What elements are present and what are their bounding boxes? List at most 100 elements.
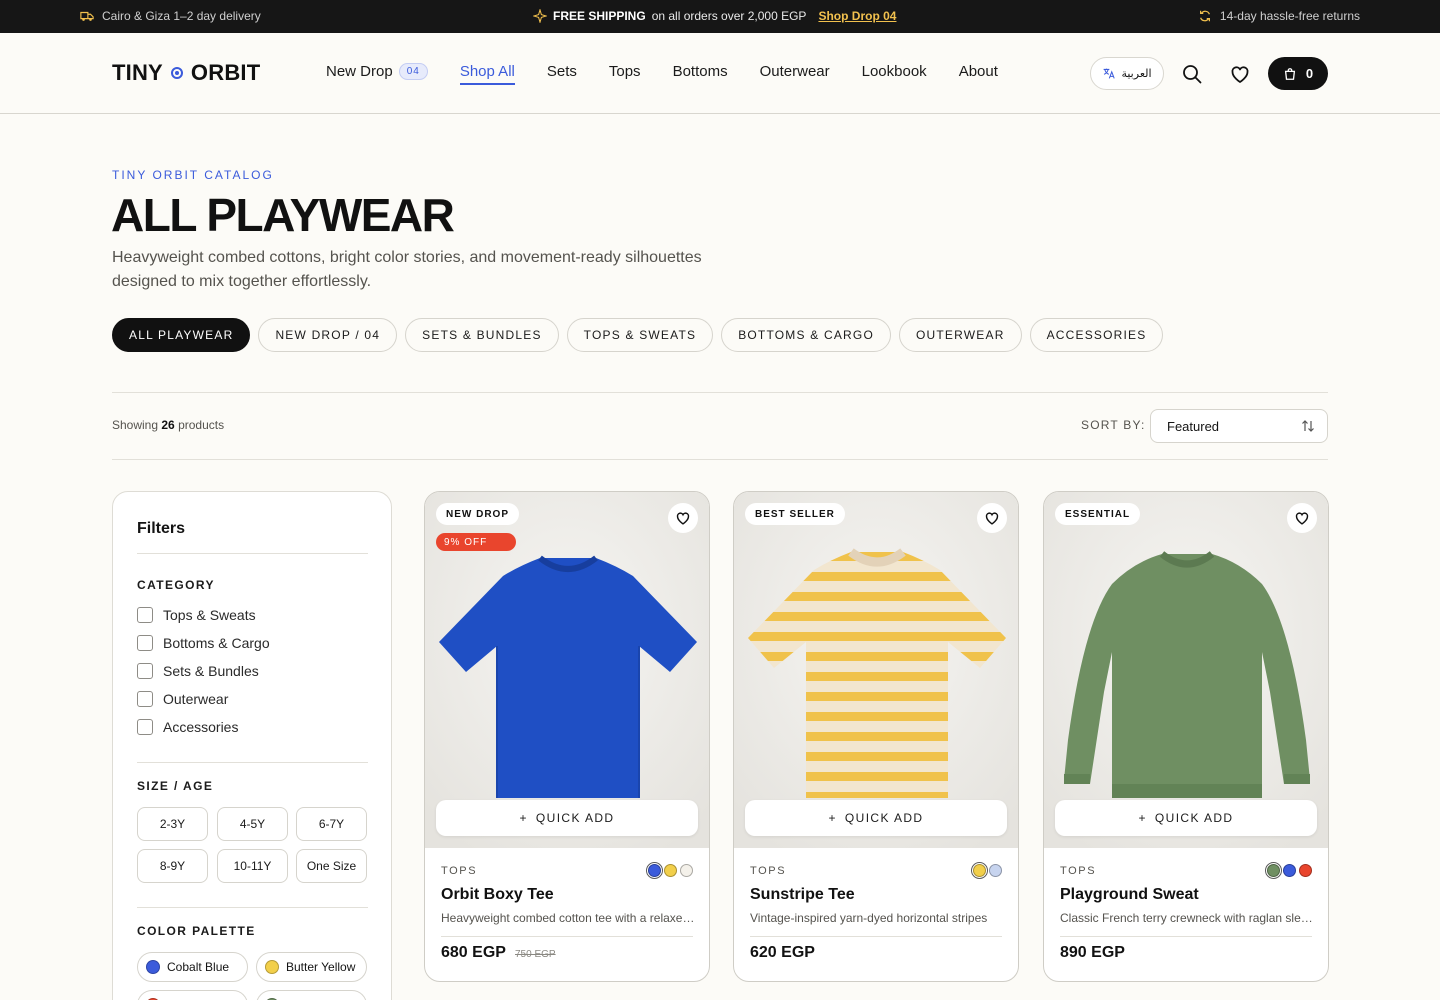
size-option[interactable]: 10-11Y (217, 849, 288, 883)
filters-panel: Filters CATEGORY Tops & Sweats Bottoms &… (112, 491, 392, 1000)
filter-tops-sweats[interactable]: Tops & Sweats (137, 607, 256, 623)
swatch[interactable] (646, 862, 663, 879)
wishlist-button[interactable] (668, 503, 698, 533)
shipping-text: on all orders over 2,000 EGP (651, 9, 807, 23)
shop-drop-link[interactable]: Shop Drop 04 (818, 9, 896, 23)
filter-accessories[interactable]: Accessories (137, 719, 238, 735)
checkbox[interactable] (137, 663, 153, 679)
product-swatches (971, 862, 1002, 879)
size-option[interactable]: 4-5Y (217, 807, 288, 841)
product-category: TOPS (441, 865, 478, 877)
showing-suffix: products (178, 418, 225, 432)
nav-label: Sets (546, 63, 577, 80)
search-icon[interactable] (1181, 63, 1203, 85)
announcement-bar: Cairo & Giza 1–2 day delivery FREE SHIPP… (0, 0, 1440, 33)
product-card[interactable]: ESSENTIAL + QUICK ADD TOPS Playground Sw… (1043, 491, 1329, 982)
product-price: 680 EGP (441, 944, 506, 961)
swatch[interactable] (1299, 864, 1312, 877)
quick-add-button[interactable]: + QUICK ADD (436, 800, 698, 836)
product-swatches (646, 862, 693, 879)
swatch[interactable] (1283, 864, 1296, 877)
nav-label: Tops (608, 63, 641, 80)
product-swatches (1265, 862, 1312, 879)
refresh-icon (1199, 10, 1210, 22)
sort-value: Featured (1167, 418, 1220, 434)
product-name[interactable]: Playground Sweat (1060, 886, 1199, 904)
nav-about[interactable]: About (959, 63, 998, 80)
checkbox-label: Accessories (163, 719, 239, 735)
chip-all-playwear[interactable]: ALL PLAYWEAR (112, 318, 251, 352)
chip-accessories[interactable]: ACCESSORIES (1029, 318, 1164, 352)
checkbox[interactable] (137, 607, 153, 623)
checkbox[interactable] (137, 719, 153, 735)
product-category: TOPS (1060, 865, 1097, 877)
filter-divider (137, 907, 368, 908)
filter-sets-bundles[interactable]: Sets & Bundles (137, 663, 259, 679)
nav-sets[interactable]: Sets (547, 63, 577, 80)
product-description: Classic French terry crewneck with ragla… (1060, 911, 1314, 925)
size-option[interactable]: One Size (296, 849, 367, 883)
swatch[interactable] (680, 864, 693, 877)
nav-tops[interactable]: Tops (609, 63, 641, 80)
quick-add-button[interactable]: + QUICK ADD (745, 800, 1007, 836)
discount-badge: 9% OFF (436, 533, 516, 551)
category-chips: ALL PLAYWEAR NEW DROP / 04 SETS & BUNDLE… (112, 318, 1164, 352)
product-name[interactable]: Sunstripe Tee (750, 886, 855, 904)
nav-label: Bottoms (672, 63, 728, 80)
showing-number: 26 (161, 418, 175, 432)
returns-notice: 14-day hassle-free returns (1198, 9, 1360, 23)
size-option[interactable]: 6-7Y (296, 807, 367, 841)
nav-lookbook[interactable]: Lookbook (862, 63, 927, 80)
nav-shop-all[interactable]: Shop All (459, 63, 515, 85)
swatch[interactable] (1265, 862, 1282, 879)
color-swatch (146, 960, 160, 974)
product-card[interactable]: NEW DROP 9% OFF + QUICK ADD TOPS Orbit B… (424, 491, 710, 982)
product-name[interactable]: Orbit Boxy Tee (441, 886, 554, 904)
chip-new-drop[interactable]: NEW DROP / 04 (258, 318, 398, 352)
product-image-sweat-green[interactable] (1044, 492, 1329, 848)
filter-bottoms-cargo[interactable]: Bottoms & Cargo (137, 635, 270, 651)
filter-outerwear[interactable]: Outerwear (137, 691, 228, 707)
size-option[interactable]: 2-3Y (137, 807, 208, 841)
color-option-cobalt[interactable]: Cobalt Blue (137, 952, 248, 982)
divider (112, 459, 1328, 460)
color-option-butter[interactable]: Butter Yellow (256, 952, 367, 982)
checkbox[interactable] (137, 635, 153, 651)
chip-outerwear[interactable]: OUTERWEAR (898, 318, 1022, 352)
shipping-strong: FREE SHIPPING (553, 9, 646, 23)
shipping-notice: FREE SHIPPING on all orders over 2,000 E… (533, 9, 896, 23)
heart-icon[interactable] (1229, 63, 1251, 85)
chip-sets-bundles[interactable]: SETS & BUNDLES (405, 318, 559, 352)
color-option[interactable] (256, 990, 367, 1000)
product-image-tee-stripe[interactable] (734, 492, 1019, 848)
nav-label: Lookbook (861, 63, 927, 80)
product-card[interactable]: BEST SELLER + QUICK ADD TOPS Sunstripe T… (733, 491, 1019, 982)
quick-add-button[interactable]: + QUICK ADD (1055, 800, 1317, 836)
nav-outerwear[interactable]: Outerwear (760, 63, 830, 80)
wishlist-button[interactable] (977, 503, 1007, 533)
product-description: Heavyweight combed cotton tee with a rel… (441, 911, 695, 925)
logo-word-left: TINY (112, 60, 163, 85)
nav-bottoms[interactable]: Bottoms (673, 63, 728, 80)
nav-new-drop[interactable]: New Drop 04 (326, 63, 428, 80)
checkbox[interactable] (137, 691, 153, 707)
card-divider (750, 936, 1002, 937)
sort-select[interactable]: Featured (1150, 409, 1328, 443)
chip-bottoms-cargo[interactable]: BOTTOMS & CARGO (721, 318, 891, 352)
orbit-icon (170, 67, 183, 79)
color-option[interactable] (137, 990, 248, 1000)
chip-tops-sweats[interactable]: TOPS & SWEATS (566, 318, 714, 352)
sort-arrows-icon (1302, 420, 1314, 432)
brand-logo[interactable]: TINY ORBIT (112, 60, 260, 86)
product-price: 620 EGP (750, 944, 815, 961)
language-label: العربية (1121, 68, 1152, 80)
delivery-notice: Cairo & Giza 1–2 day delivery (80, 9, 261, 23)
swatch[interactable] (989, 864, 1002, 877)
product-old-price: 750 EGP (515, 949, 556, 960)
swatch[interactable] (664, 864, 677, 877)
swatch[interactable] (971, 862, 988, 879)
size-option[interactable]: 8-9Y (137, 849, 208, 883)
language-toggle[interactable]: العربية (1090, 57, 1164, 90)
wishlist-button[interactable] (1287, 503, 1317, 533)
cart-button[interactable]: 0 (1268, 57, 1328, 90)
